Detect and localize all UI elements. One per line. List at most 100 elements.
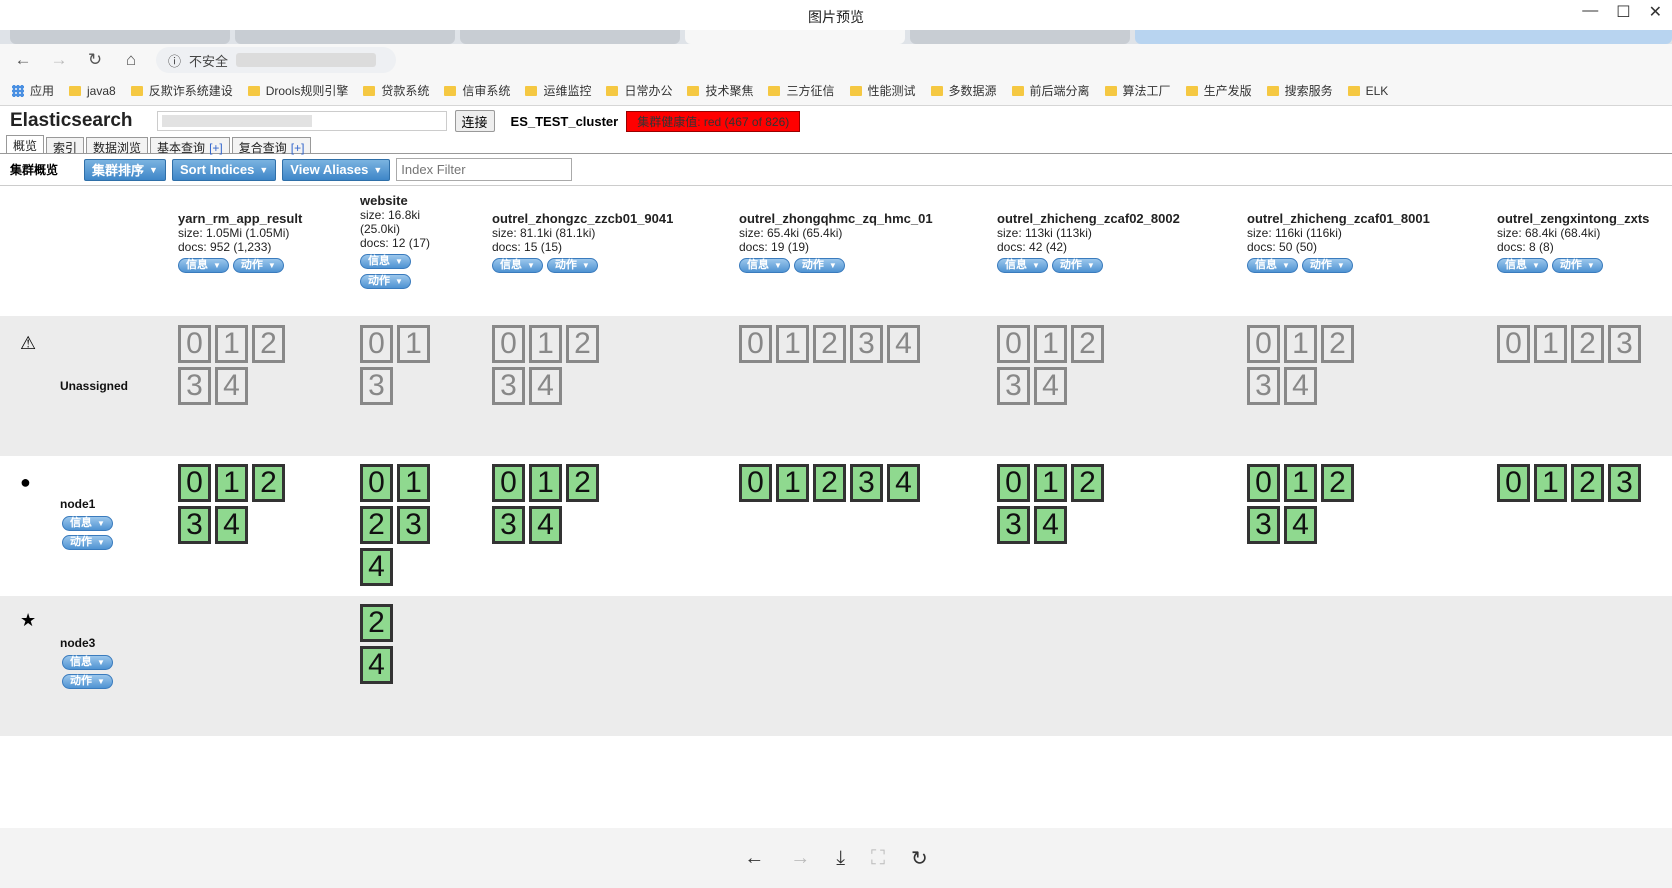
unassigned-shard[interactable]: 3 — [492, 367, 525, 405]
prev-image-icon[interactable]: ← — [744, 847, 764, 870]
unassigned-shard[interactable]: 1 — [397, 325, 430, 363]
minimize-icon[interactable]: — — [1582, 2, 1598, 22]
bookmark-folder[interactable]: 信审系统 — [444, 82, 510, 99]
bookmark-folder[interactable]: java8 — [69, 84, 116, 98]
sort-cluster-button[interactable]: 集群排序 ▼ — [84, 158, 166, 181]
assigned-shard[interactable]: 2 — [360, 506, 393, 544]
index-info-button[interactable]: 信息 ▼ — [178, 258, 229, 273]
browser-tab[interactable] — [460, 30, 680, 44]
unassigned-shard[interactable]: 3 — [850, 325, 883, 363]
unassigned-shard[interactable]: 0 — [1247, 325, 1280, 363]
assigned-shard[interactable]: 0 — [178, 464, 211, 502]
assigned-shard[interactable]: 2 — [1571, 464, 1604, 502]
assigned-shard[interactable]: 3 — [850, 464, 883, 502]
rotate-icon[interactable]: ↻ — [911, 846, 928, 871]
add-query-link[interactable]: [+] — [209, 141, 223, 155]
unassigned-shard[interactable]: 2 — [1321, 325, 1354, 363]
assigned-shard[interactable]: 1 — [1284, 464, 1317, 502]
bookmark-folder[interactable]: 三方征信 — [768, 82, 835, 99]
assigned-shard[interactable]: 0 — [1247, 464, 1280, 502]
unassigned-shard[interactable]: 0 — [492, 325, 525, 363]
assigned-shard[interactable]: 2 — [360, 604, 393, 642]
bookmark-folder[interactable]: 日常办公 — [606, 82, 672, 99]
unassigned-shard[interactable]: 1 — [1534, 325, 1567, 363]
assigned-shard[interactable]: 3 — [397, 506, 430, 544]
index-info-button[interactable]: 信息 ▼ — [360, 254, 411, 269]
unassigned-shard[interactable]: 4 — [1034, 367, 1067, 405]
node1-action-button[interactable]: 动作 ▼ — [62, 535, 113, 550]
node1-info-button[interactable]: 信息 ▼ — [62, 516, 113, 531]
assigned-shard[interactable]: 4 — [1034, 506, 1067, 544]
assigned-shard[interactable]: 1 — [1034, 464, 1067, 502]
address-bar[interactable]: ⓘ 不安全 — [156, 47, 396, 73]
bookmark-folder[interactable]: 前后端分离 — [1011, 82, 1090, 99]
bookmark-folder[interactable]: 贷款系统 — [363, 82, 429, 99]
assigned-shard[interactable]: 4 — [1284, 506, 1317, 544]
browser-tab[interactable] — [1135, 30, 1672, 44]
browser-tab[interactable] — [10, 30, 230, 44]
index-action-button[interactable]: 动作 ▼ — [793, 258, 845, 273]
index-info-button[interactable]: 信息 ▼ — [492, 258, 543, 273]
unassigned-shard[interactable]: 1 — [776, 325, 809, 363]
index-action-button[interactable]: 动作 ▼ — [546, 258, 598, 273]
bookmark-folder[interactable]: 技术聚焦 — [687, 82, 753, 99]
assigned-shard[interactable]: 3 — [997, 506, 1030, 544]
assigned-shard[interactable]: 2 — [1071, 464, 1104, 502]
es-tab-1[interactable]: 索引 — [46, 137, 85, 155]
bookmark-folder[interactable]: 算法工厂 — [1104, 82, 1171, 99]
next-image-icon[interactable]: → — [790, 847, 810, 870]
unassigned-shard[interactable]: 0 — [739, 325, 772, 363]
assigned-shard[interactable]: 1 — [1534, 464, 1567, 502]
connect-button[interactable]: 连接 — [454, 110, 495, 132]
unassigned-shard[interactable]: 3 — [1247, 367, 1280, 405]
fit-screen-icon[interactable]: ⛶ — [871, 847, 885, 870]
unassigned-shard[interactable]: 2 — [566, 325, 599, 363]
es-tab-0[interactable]: 概览 — [6, 135, 45, 153]
reload-icon[interactable]: ↻ — [84, 50, 106, 70]
bookmark-folder[interactable]: ELK — [1347, 84, 1388, 98]
es-tab-4[interactable]: 复合查询 [+] — [231, 137, 312, 155]
bookmark-folder[interactable]: Drools规则引擎 — [247, 82, 348, 99]
assigned-shard[interactable]: 2 — [566, 464, 599, 502]
assigned-shard[interactable]: 4 — [887, 464, 920, 502]
index-info-button[interactable]: 信息 ▼ — [997, 258, 1048, 273]
add-query-link[interactable]: [+] — [291, 141, 305, 155]
maximize-icon[interactable]: ☐ — [1616, 2, 1630, 22]
unassigned-shard[interactable]: 2 — [252, 325, 285, 363]
assigned-shard[interactable]: 4 — [215, 506, 248, 544]
download-icon[interactable]: ⤓ — [836, 847, 845, 870]
assigned-shard[interactable]: 1 — [397, 464, 430, 502]
es-tab-2[interactable]: 数据浏览 — [86, 137, 149, 155]
assigned-shard[interactable]: 4 — [360, 548, 393, 586]
unassigned-shard[interactable]: 2 — [1571, 325, 1604, 363]
assigned-shard[interactable]: 0 — [739, 464, 772, 502]
assigned-shard[interactable]: 2 — [813, 464, 846, 502]
unassigned-shard[interactable]: 3 — [1608, 325, 1641, 363]
browser-tab-active[interactable] — [685, 30, 905, 44]
unassigned-shard[interactable]: 1 — [1034, 325, 1067, 363]
view-aliases-button[interactable]: View Aliases ▼ — [282, 158, 391, 181]
index-action-button[interactable]: 动作 ▼ — [1051, 258, 1103, 273]
es-tab-3[interactable]: 基本查询 [+] — [150, 137, 230, 155]
info-icon[interactable]: ⓘ — [168, 51, 181, 70]
bookmark-apps[interactable]: 应用 — [12, 82, 54, 99]
index-action-button[interactable]: 动作 ▼ — [360, 274, 411, 289]
unassigned-shard[interactable]: 3 — [360, 367, 393, 405]
back-icon[interactable]: ← — [12, 50, 34, 70]
index-action-button[interactable]: 动作 ▼ — [232, 258, 284, 273]
bookmark-folder[interactable]: 多数据源 — [930, 82, 997, 99]
index-action-button[interactable]: 动作 ▼ — [1551, 258, 1603, 273]
assigned-shard[interactable]: 0 — [1497, 464, 1530, 502]
unassigned-shard[interactable]: 4 — [1284, 367, 1317, 405]
bookmark-folder[interactable]: 搜索服务 — [1266, 82, 1333, 99]
unassigned-shard[interactable]: 4 — [215, 367, 248, 405]
bookmark-folder[interactable]: 生产发版 — [1185, 82, 1252, 99]
unassigned-shard[interactable]: 3 — [997, 367, 1030, 405]
assigned-shard[interactable]: 4 — [360, 646, 393, 684]
unassigned-shard[interactable]: 1 — [529, 325, 562, 363]
bookmark-folder[interactable]: 反欺诈系统建设 — [130, 82, 233, 99]
bookmark-folder[interactable]: 运维监控 — [525, 82, 591, 99]
assigned-shard[interactable]: 1 — [776, 464, 809, 502]
assigned-shard[interactable]: 0 — [997, 464, 1030, 502]
assigned-shard[interactable]: 4 — [529, 506, 562, 544]
